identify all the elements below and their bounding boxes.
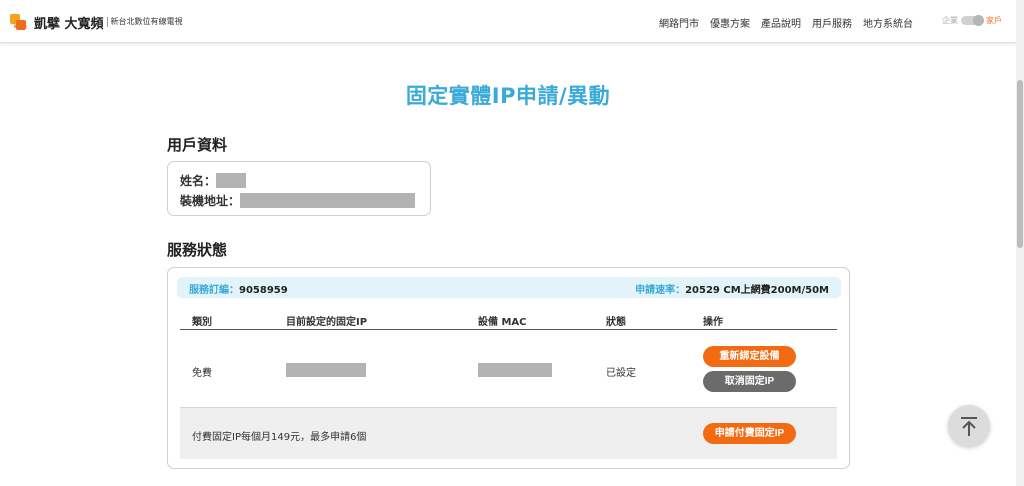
speed-value: 20529 CM上網費200M/50M [685, 285, 829, 296]
col-type: 類別 [192, 317, 212, 328]
order-number-value: 9058959 [239, 285, 288, 296]
paid-ip-row: 付費固定IP每個月149元，最多申請6個 申請付費固定IP [180, 407, 837, 459]
page-title: 固定實體IP申請/異動 [405, 84, 611, 108]
rebind-device-button[interactable]: 重新綁定設備 [703, 346, 796, 367]
toggle-switch[interactable] [961, 15, 984, 26]
nav-user-service[interactable]: 用戶服務 [812, 15, 852, 30]
address-row: 裝機地址： [180, 192, 416, 209]
main-nav: 網路門市 優惠方案 產品說明 用戶服務 地方系統台 [659, 15, 924, 30]
service-status-card: 服務訂編：9058959 申請速率：20529 CM上網費200M/50M 類別… [167, 267, 850, 469]
nav-online-store[interactable]: 網路門市 [659, 15, 699, 30]
service-info-bar: 服務訂編：9058959 申請速率：20529 CM上網費200M/50M [177, 277, 841, 298]
nav-promotions[interactable]: 優惠方案 [710, 15, 750, 30]
apply-paid-ip-button[interactable]: 申請付費固定IP [703, 423, 796, 444]
brand-name: 凱擘 大寬頻 [34, 16, 104, 32]
cancel-fixed-ip-button[interactable]: 取消固定IP [703, 371, 796, 392]
nav-local-stations[interactable]: 地方系統台 [863, 15, 913, 30]
redacted-ip [286, 363, 366, 377]
redacted-mac [478, 363, 552, 377]
page-scrollbar[interactable] [1016, 0, 1024, 486]
col-fixed-ip: 目前設定的固定IP [286, 317, 368, 328]
toggle-label-business: 企業 [942, 16, 958, 25]
user-section-title: 用戶資料 [167, 136, 228, 154]
kbro-logo-icon: kbro [10, 12, 30, 32]
row-type: 免費 [192, 368, 212, 379]
col-actions: 操作 [703, 317, 723, 328]
nav-products[interactable]: 產品說明 [761, 15, 801, 30]
brand-logo[interactable]: kbro 凱擘 大寬頻 新台北數位有線電視 [10, 12, 183, 32]
redacted-name [216, 173, 247, 188]
site-header: kbro 凱擘 大寬頻 新台北數位有線電視 網路門市 優惠方案 產品說明 用戶服… [0, 0, 1016, 43]
order-number-label: 服務訂編： [189, 285, 239, 296]
scrollbar-thumb[interactable] [1017, 80, 1023, 248]
col-mac: 設備 MAC [478, 317, 527, 328]
arrow-up-to-line-icon [961, 417, 977, 436]
business-home-toggle[interactable]: 企業 家戶 [942, 15, 1002, 26]
redacted-address [240, 193, 416, 208]
col-status: 狀態 [606, 317, 626, 328]
toggle-knob [973, 15, 984, 26]
order-number: 服務訂編：9058959 [189, 281, 288, 296]
service-section-title: 服務狀態 [167, 241, 228, 259]
paid-ip-note: 付費固定IP每個月149元，最多申請6個 [192, 432, 367, 443]
back-to-top-button[interactable] [948, 405, 990, 447]
toggle-label-home: 家戶 [986, 16, 1002, 25]
table-header: 類別 目前設定的固定IP 設備 MAC 狀態 操作 [180, 308, 837, 330]
user-info-card: 姓名： 裝機地址： [167, 161, 431, 216]
speed-plan: 申請速率：20529 CM上網費200M/50M [635, 281, 829, 296]
speed-label: 申請速率： [635, 285, 686, 296]
row-status: 已設定 [606, 368, 636, 379]
address-label: 裝機地址： [180, 194, 241, 208]
name-row: 姓名： [180, 172, 247, 189]
name-label: 姓名： [180, 174, 217, 188]
brand-subtitle: 新台北數位有線電視 [106, 17, 183, 27]
